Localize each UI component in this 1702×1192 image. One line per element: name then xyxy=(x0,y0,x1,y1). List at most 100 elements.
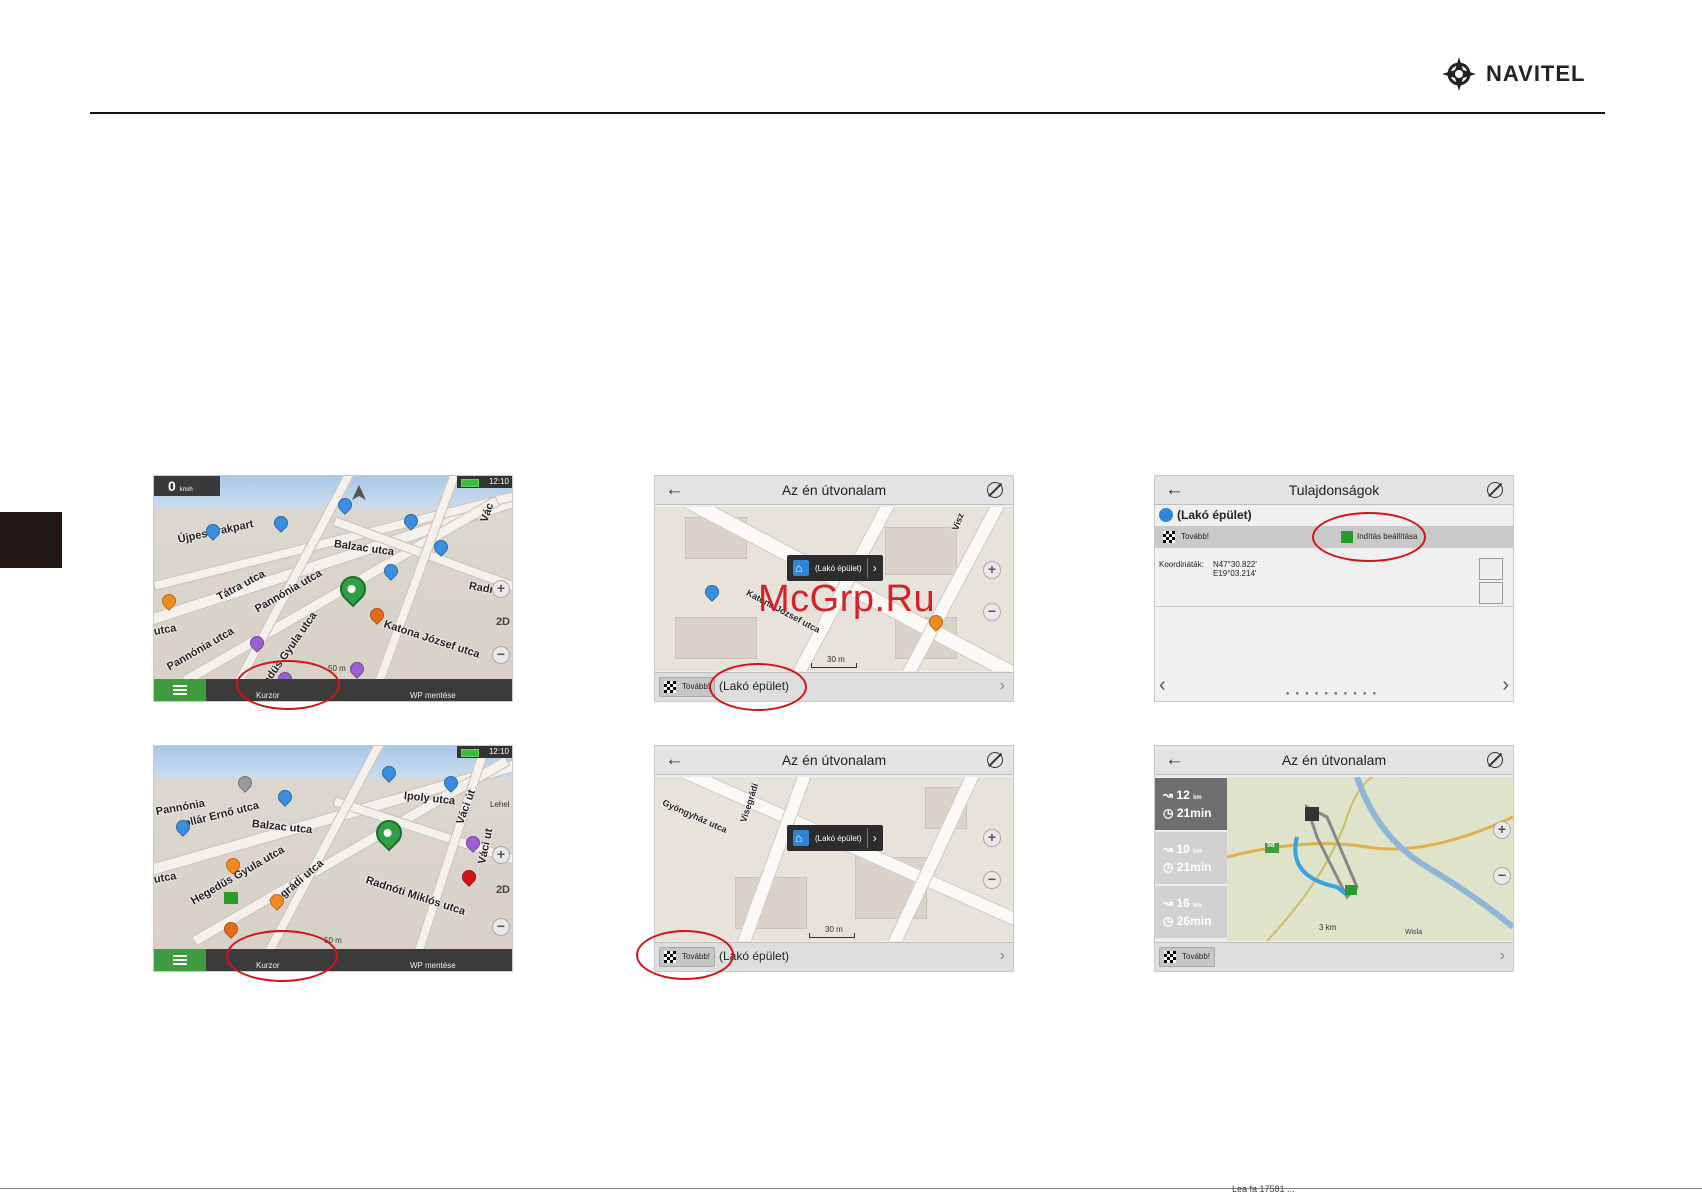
longitude-value: E19°03.214' xyxy=(1213,569,1257,578)
street-label: Radnóti Miklós utca xyxy=(364,874,467,918)
zoom-out-button[interactable]: − xyxy=(492,918,510,936)
zoom-in-button[interactable]: + xyxy=(1493,821,1511,839)
send-message-icon[interactable] xyxy=(1479,582,1503,604)
continue-button[interactable]: Tovább! xyxy=(659,677,716,697)
highlight-circle xyxy=(1312,512,1426,562)
popup-label: (Lakó épület) xyxy=(815,563,862,573)
menu-button[interactable] xyxy=(154,949,206,971)
highlight-circle xyxy=(236,660,340,710)
finish-flag-icon xyxy=(1164,951,1176,963)
route-option[interactable]: ↝ 12 km ◷ 21min xyxy=(1155,778,1227,830)
footer-text: Lea fa 17581 ... xyxy=(1232,1184,1295,1192)
2d-toggle-button[interactable]: 2D xyxy=(496,616,510,628)
compass-icon[interactable] xyxy=(350,484,368,502)
no-gps-icon[interactable] xyxy=(987,752,1003,768)
screen-map-cursor-bottom: 12:10 ollár Ernő utca Balzac utca Hegedű… xyxy=(153,745,513,972)
route-overview-map xyxy=(1227,777,1513,941)
save-waypoint-button[interactable]: WP mentése xyxy=(410,691,456,700)
poi-pin-icon[interactable] xyxy=(347,659,367,679)
poi-pin-icon[interactable] xyxy=(235,773,255,793)
map-view[interactable]: Gyöngyház utca Visegrádi + − 30 m xyxy=(655,777,1013,941)
zoom-out-button[interactable]: − xyxy=(983,603,1001,621)
popup-label: (Lakó épület) xyxy=(815,833,862,843)
2d-toggle-button[interactable]: 2D xyxy=(496,884,510,896)
scale-bar xyxy=(811,663,857,668)
add-icon[interactable] xyxy=(1479,558,1503,580)
screen-title: Tulajdonságok xyxy=(1288,482,1380,498)
restaurant-pin-icon[interactable] xyxy=(702,582,722,602)
poi-pin-icon[interactable] xyxy=(275,787,295,807)
zoom-out-button[interactable]: − xyxy=(1493,867,1511,885)
home-icon xyxy=(1159,508,1173,522)
route-time: ◷ 21min xyxy=(1163,806,1212,820)
home-icon xyxy=(793,560,809,576)
popup-divider xyxy=(866,828,868,848)
place-label: Wisla xyxy=(1405,929,1423,936)
street-label: Visz xyxy=(950,511,966,532)
place-name: (Lakó épület) xyxy=(1177,508,1252,522)
route-option[interactable]: ↝ 10 km ◷ 21min xyxy=(1155,832,1227,884)
route-option[interactable]: ↝ 16 km ◷ 26min xyxy=(1155,886,1227,938)
popup-divider xyxy=(866,558,868,578)
continue-button[interactable]: Tovább! xyxy=(1159,947,1216,967)
chevron-right-icon[interactable]: › xyxy=(873,831,877,845)
screen-route-overview: ← Az én útvonalam ↝ 12 km ◷ 21min ↝ 10 k… xyxy=(1154,745,1514,972)
highlight-circle xyxy=(709,663,807,711)
zoom-in-button[interactable]: + xyxy=(492,846,510,864)
menu-button[interactable] xyxy=(154,679,206,701)
poi-pin-icon[interactable] xyxy=(379,763,399,783)
screen-properties: ← Tulajdonságok (Lakó épület) Tovább! In… xyxy=(1154,475,1514,702)
title-bar: ← Az én útvonalam xyxy=(655,476,1013,505)
zoom-in-button[interactable]: + xyxy=(983,561,1001,579)
brand-name: NAVITEL xyxy=(1486,61,1586,86)
route-distance: ↝ 12 km xyxy=(1163,788,1202,802)
finish-flag-icon xyxy=(664,681,676,693)
location-popup[interactable]: (Lakó épület) › xyxy=(787,825,883,851)
chevron-right-icon[interactable]: › xyxy=(1000,947,1005,965)
chevron-right-icon[interactable]: › xyxy=(1000,677,1005,695)
poi-pin-icon[interactable] xyxy=(459,867,479,887)
route-time: ◷ 21min xyxy=(1163,860,1212,874)
zoom-out-button[interactable]: − xyxy=(492,646,510,664)
route-distance: ↝ 16 km xyxy=(1163,896,1202,910)
building xyxy=(885,527,957,575)
chevron-right-icon[interactable]: › xyxy=(1500,947,1505,965)
zoom-in-button[interactable]: + xyxy=(492,580,510,598)
highlight-circle xyxy=(636,930,734,980)
title-bar: ← Az én útvonalam xyxy=(655,746,1013,775)
status-bar: 12:10 xyxy=(457,746,512,758)
scale-bar xyxy=(809,933,855,938)
screen-map-cursor-top: 0 km/h 12:10 Újpesti rakpart Balzac utca… xyxy=(153,475,513,702)
watermark: McGrp.Ru xyxy=(758,578,936,620)
street-label: utca xyxy=(153,870,178,886)
route-map[interactable]: 58 Wisla 3 km + − xyxy=(1227,777,1513,941)
road-number-badge: 58 xyxy=(1267,842,1275,849)
building xyxy=(675,617,757,659)
speedometer: 0 km/h xyxy=(154,476,220,496)
latitude-value: N47°30.822' xyxy=(1213,560,1257,569)
save-waypoint-button[interactable]: WP mentése xyxy=(410,961,456,970)
chevron-right-icon[interactable]: › xyxy=(873,561,877,575)
no-gps-icon[interactable] xyxy=(987,482,1003,498)
hamburger-icon xyxy=(173,685,187,695)
highlight-circle xyxy=(226,930,338,982)
header-rule xyxy=(90,112,1605,114)
no-gps-icon[interactable] xyxy=(1487,752,1503,768)
title-bar: ← Az én útvonalam xyxy=(1155,746,1513,775)
poi-pin-icon[interactable] xyxy=(271,513,291,533)
home-icon xyxy=(793,830,809,846)
zoom-out-button[interactable]: − xyxy=(983,871,1001,889)
zoom-in-button[interactable]: + xyxy=(983,829,1001,847)
route-time: ◷ 26min xyxy=(1163,914,1212,928)
hamburger-icon xyxy=(173,955,187,965)
route-distance: ↝ 10 km xyxy=(1163,842,1202,856)
screen-title: Az én útvonalam xyxy=(1281,752,1387,768)
navitel-star-icon xyxy=(1442,57,1476,91)
continue-button[interactable]: Tovább! xyxy=(1159,528,1213,546)
green-flag-icon xyxy=(224,892,238,904)
no-gps-icon[interactable] xyxy=(1487,482,1503,498)
coordinates-label: Koordináták: xyxy=(1159,560,1204,569)
scale-label: 3 km xyxy=(1319,923,1337,932)
divider xyxy=(1155,606,1513,607)
navitel-logo: NAVITEL xyxy=(1440,55,1610,93)
